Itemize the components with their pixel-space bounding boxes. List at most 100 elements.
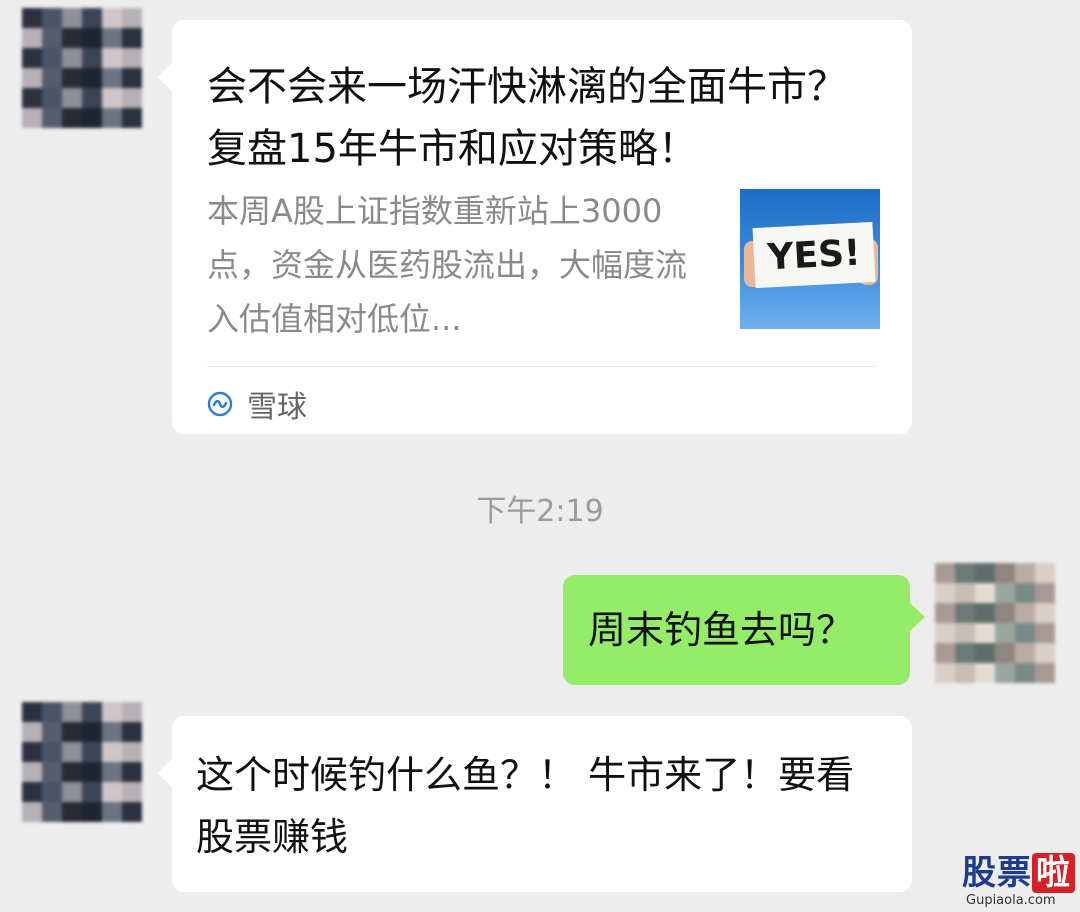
contact-avatar[interactable] <box>22 702 142 822</box>
avatar-pixel <box>62 28 82 48</box>
avatar-pixel <box>62 722 82 742</box>
article-description: 本周A股上证指数重新站上3000点，资金从医药股流出，大幅度流入估值相对低位..… <box>207 192 688 338</box>
article-title: 会不会来一场汗快淋漓的全面牛市？复盘15年牛市和应对策略！ <box>207 64 847 172</box>
avatar-pixel <box>935 603 955 623</box>
avatar-pixel <box>22 762 42 782</box>
avatar-pixel <box>995 623 1015 643</box>
avatar-pixel <box>935 583 955 603</box>
avatar-pixel <box>122 88 142 108</box>
avatar-pixel <box>1015 643 1035 663</box>
avatar-pixel <box>102 722 122 742</box>
incoming-message-bubble[interactable]: 这个时候钓什么鱼？！ 牛市来了！要看股票赚钱 <box>157 716 912 892</box>
avatar-pixel <box>22 702 42 722</box>
avatar-pixel <box>102 108 122 128</box>
avatar-pixel <box>1035 623 1055 643</box>
avatar-pixel <box>42 802 62 822</box>
avatar-pixel <box>22 28 42 48</box>
avatar-pixel <box>42 8 62 28</box>
avatar-pixel <box>995 583 1015 603</box>
article-card[interactable]: 会不会来一场汗快淋漓的全面牛市？复盘15年牛市和应对策略！ 本周A股上证指数重新… <box>157 20 912 434</box>
avatar-pixel <box>102 8 122 28</box>
contact-avatar[interactable] <box>22 8 142 128</box>
avatar-pixel <box>62 68 82 88</box>
avatar-pixel <box>62 88 82 108</box>
avatar-pixel <box>102 702 122 722</box>
avatar-pixel <box>42 108 62 128</box>
avatar-pixel <box>82 722 102 742</box>
avatar-pixel <box>62 802 82 822</box>
avatar-pixel <box>1035 583 1055 603</box>
avatar-pixel <box>82 88 102 108</box>
avatar-pixel <box>82 8 102 28</box>
avatar-pixel <box>22 782 42 802</box>
avatar-pixel <box>995 603 1015 623</box>
avatar-pixel <box>42 742 62 762</box>
avatar-pixel <box>122 722 142 742</box>
avatar-pixel <box>122 702 142 722</box>
outgoing-message-bubble[interactable]: 周末钓鱼去吗？ <box>563 575 925 685</box>
article-thumbnail: YES! <box>740 189 880 329</box>
avatar-pixel <box>995 643 1015 663</box>
avatar-pixel <box>102 742 122 762</box>
card-divider <box>207 366 877 367</box>
avatar-pixel <box>62 48 82 68</box>
avatar-pixel <box>995 563 1015 583</box>
avatar-pixel <box>22 742 42 762</box>
avatar-pixel <box>102 88 122 108</box>
avatar-pixel <box>102 28 122 48</box>
message-timestamp: 下午2:19 <box>476 494 604 529</box>
avatar-pixel <box>975 623 995 643</box>
watermark-accent-text: 啦 <box>1032 853 1075 893</box>
avatar-pixel <box>955 623 975 643</box>
avatar-pixel <box>122 762 142 782</box>
avatar-pixel <box>42 68 62 88</box>
avatar-pixel <box>102 48 122 68</box>
self-avatar[interactable] <box>935 563 1055 683</box>
avatar-pixel <box>975 603 995 623</box>
avatar-pixel <box>955 563 975 583</box>
xueqiu-logo-icon <box>207 391 233 417</box>
thumbnail-sign: YES! <box>752 221 876 289</box>
avatar-pixel <box>42 48 62 68</box>
avatar-pixel <box>22 8 42 28</box>
avatar-pixel <box>122 48 142 68</box>
avatar-pixel <box>42 782 62 802</box>
avatar-pixel <box>82 742 102 762</box>
avatar-pixel <box>955 603 975 623</box>
avatar-pixel <box>82 702 102 722</box>
avatar-pixel <box>22 108 42 128</box>
source-name: 雪球 <box>247 390 307 425</box>
avatar-pixel <box>975 583 995 603</box>
avatar-pixel <box>82 28 102 48</box>
avatar-pixel <box>975 563 995 583</box>
incoming-message-text: 这个时候钓什么鱼？！ 牛市来了！要看股票赚钱 <box>196 753 855 859</box>
avatar-pixel <box>22 88 42 108</box>
avatar-pixel <box>42 88 62 108</box>
avatar-pixel <box>82 48 102 68</box>
avatar-pixel <box>1035 563 1055 583</box>
avatar-pixel <box>22 68 42 88</box>
avatar-pixel <box>1035 643 1055 663</box>
avatar-pixel <box>62 702 82 722</box>
avatar-pixel <box>1015 623 1035 643</box>
avatar-pixel <box>122 782 142 802</box>
avatar-pixel <box>995 663 1015 683</box>
avatar-pixel <box>935 663 955 683</box>
avatar-pixel <box>82 782 102 802</box>
avatar-pixel <box>62 762 82 782</box>
outgoing-message-text: 周末钓鱼去吗？ <box>588 608 855 652</box>
avatar-pixel <box>935 563 955 583</box>
avatar-pixel <box>122 8 142 28</box>
avatar-pixel <box>102 802 122 822</box>
watermark-main-text: 股票 <box>962 853 1032 893</box>
avatar-pixel <box>102 782 122 802</box>
avatar-pixel <box>1015 563 1035 583</box>
avatar-pixel <box>22 48 42 68</box>
avatar-pixel <box>82 762 102 782</box>
avatar-pixel <box>62 782 82 802</box>
avatar-pixel <box>122 742 142 762</box>
avatar-pixel <box>102 762 122 782</box>
avatar-pixel <box>955 643 975 663</box>
avatar-pixel <box>955 663 975 683</box>
avatar-pixel <box>122 108 142 128</box>
